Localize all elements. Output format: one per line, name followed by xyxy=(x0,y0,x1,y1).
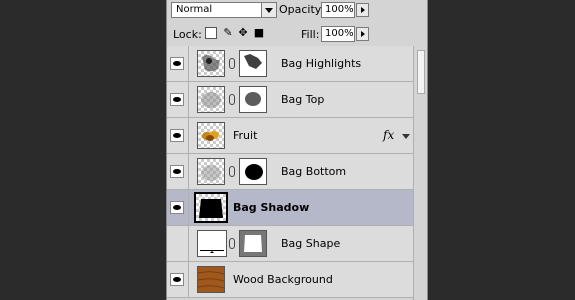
layer-thumbnail xyxy=(197,122,225,149)
opacity-label: Opacity: xyxy=(279,3,325,16)
eye-icon[interactable] xyxy=(170,165,184,178)
fill-slider-button[interactable] xyxy=(356,27,369,41)
lock-all-icon[interactable]: ■ xyxy=(253,27,265,39)
layer-bag-bottom[interactable]: Bag Bottom xyxy=(167,154,413,190)
fill-label: Fill: xyxy=(301,28,320,41)
layer-thumbnail xyxy=(197,50,225,77)
layer-thumbnail xyxy=(197,266,225,293)
eye-icon[interactable] xyxy=(170,93,184,106)
eye-icon[interactable] xyxy=(170,273,184,286)
link-icon[interactable] xyxy=(229,94,235,105)
visibility-toggle[interactable] xyxy=(167,46,189,82)
link-icon[interactable] xyxy=(229,58,235,69)
layer-name: Bag Bottom xyxy=(281,165,347,178)
link-icon[interactable] xyxy=(229,166,235,177)
scrollbar-thumb[interactable] xyxy=(417,50,425,94)
opacity-slider-button[interactable] xyxy=(356,3,369,17)
layer-thumbnail xyxy=(197,158,225,185)
layer-thumbnail xyxy=(197,230,227,257)
blend-opacity-row: Normal Opacity: 100% xyxy=(167,0,427,23)
layer-thumbnail xyxy=(197,86,225,113)
layer-name: Bag Top xyxy=(281,93,325,106)
opacity-input[interactable]: 100% xyxy=(321,2,355,18)
layer-bag-top[interactable]: Bag Top xyxy=(167,82,413,118)
visibility-toggle[interactable] xyxy=(167,154,189,190)
layer-name: Wood Background xyxy=(233,273,333,286)
blend-mode-value: Normal xyxy=(176,4,213,15)
layer-thumbnail xyxy=(194,192,228,223)
layer-name: Fruit xyxy=(233,129,258,142)
visibility-toggle[interactable] xyxy=(167,226,189,262)
layer-mask-thumbnail[interactable] xyxy=(239,50,267,77)
eye-icon[interactable] xyxy=(170,129,184,142)
eye-icon[interactable] xyxy=(170,57,184,70)
lock-label: Lock: xyxy=(173,28,202,41)
layers-panel: Normal Opacity: 100% Lock: ✎ ✥ ■ Fill: 1… xyxy=(166,0,428,300)
expand-effects-icon[interactable] xyxy=(402,134,410,139)
layer-effects-icon[interactable]: fx xyxy=(383,128,394,142)
lock-fill-row: Lock: ✎ ✥ ■ Fill: 100% xyxy=(167,22,427,47)
layer-name: Bag Shadow xyxy=(233,201,310,214)
layer-bag-highlights[interactable]: Bag Highlights xyxy=(167,46,413,82)
lock-position-icon[interactable]: ✥ xyxy=(237,27,249,39)
visibility-toggle[interactable] xyxy=(167,262,189,298)
layer-name: Bag Highlights xyxy=(281,57,362,70)
eye-icon[interactable] xyxy=(170,201,184,214)
link-icon[interactable] xyxy=(229,238,235,249)
layer-mask-thumbnail[interactable] xyxy=(239,86,267,113)
blend-mode-select[interactable]: Normal xyxy=(171,2,277,18)
chevron-down-icon[interactable] xyxy=(261,3,276,17)
fill-input[interactable]: 100% xyxy=(321,26,355,42)
layer-bag-shadow[interactable]: Bag Shadow xyxy=(167,190,413,226)
visibility-toggle[interactable] xyxy=(167,190,189,226)
layer-mask-thumbnail[interactable] xyxy=(239,158,267,185)
layer-wood-background[interactable]: Wood Background xyxy=(167,262,413,298)
visibility-toggle[interactable] xyxy=(167,82,189,118)
layer-name: Bag Shape xyxy=(281,237,341,250)
layers-scrollbar[interactable] xyxy=(413,46,427,300)
lock-transparent-pixels-icon[interactable] xyxy=(205,27,217,39)
layer-mask-thumbnail[interactable] xyxy=(239,230,267,257)
visibility-toggle[interactable] xyxy=(167,118,189,154)
lock-image-pixels-icon[interactable]: ✎ xyxy=(222,27,234,39)
layer-bag-shape[interactable]: Bag Shape xyxy=(167,226,413,262)
layer-fruit[interactable]: Fruit fx xyxy=(167,118,413,154)
